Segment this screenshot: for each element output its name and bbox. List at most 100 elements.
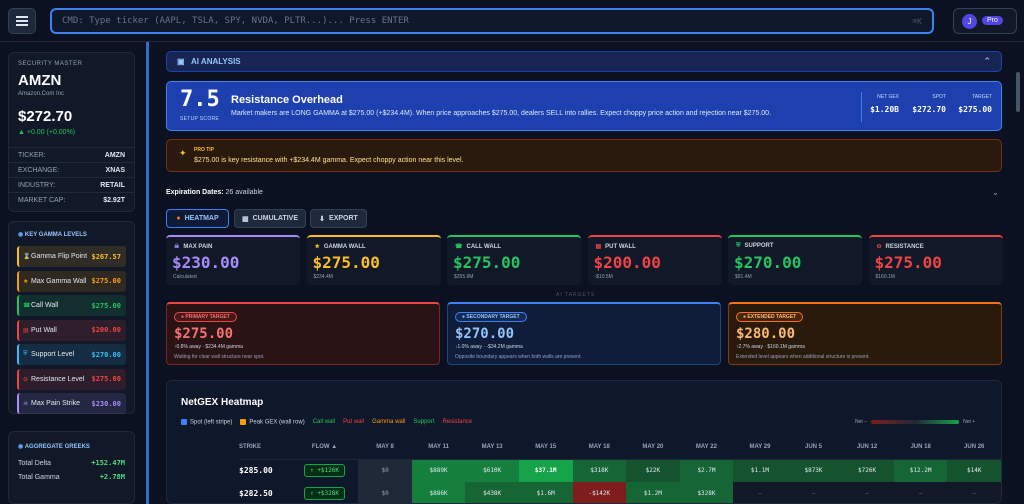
column-header: MAY 15 [518,436,573,460]
heatmap-cell[interactable]: -$142K [572,482,627,503]
heatmap-cell[interactable]: $726K [840,459,894,482]
gamma-level-value: $275.00 [91,301,121,310]
heatmap-cell[interactable]: $889K [411,459,466,482]
level-card-sub: $91.4M [735,274,752,280]
target-card[interactable]: ● PRIMARY TARGET $275.00 ↑0.8% away · $234… [166,302,440,365]
greek-value: +152.47M [91,459,125,467]
heatmap-table: STRIKE FLOW ▲ MAY 8 MAY 11 MAY 13 MAY 15 MAY 1… [239,436,1001,503]
heatmap-cell[interactable]: $318K [572,459,627,482]
heatmap-cell[interactable]: — [840,482,894,503]
command-input[interactable]: CMD: Type ticker (AAPL, TSLA, SPY, NVDA,… [50,8,934,34]
heatmap-cell[interactable]: $886K [411,482,466,503]
level-card[interactable]: ▤ PUT WALL $200.00 -$10.5M [587,235,722,285]
price-change: ▲ +0.00 (+0.00%) [18,129,76,136]
gamma-levels-card: ◉ KEY GAMMA LEVELS ⌛ Gamma Flip Point $267… [8,221,135,414]
sidebar: SECURITY MASTER AMZN Amazon.Com Inc $272… [0,42,144,504]
target-badge: ● PRIMARY TARGET [174,312,237,322]
heatmap-cell[interactable]: $328K [679,482,734,503]
heatmap-cell[interactable]: $0 [358,482,412,503]
level-card-value: $230.00 [172,253,240,272]
target-card[interactable]: ● EXTENDED TARGET $280.00 ↑2.7% away · $16… [728,302,1002,365]
gamma-level-item[interactable]: ☎ Call Wall $275.00 [17,295,126,316]
gamma-level-value: $275.00 [91,277,121,285]
heatmap-legend: Spot (left stripe) Peak GEX (wall row) Cal… [181,419,472,426]
heatmap-cell[interactable]: — [947,482,1001,503]
heatmap-cell[interactable]: $610K [465,459,519,482]
heatmap-cell[interactable]: $873K [786,459,841,482]
heatmap-cell[interactable]: — [786,482,841,503]
robot-icon: ▣ [177,57,185,66]
company-name: Amazon.Com Inc [18,91,65,97]
table-row: $282.50 ↑ +$328K $0 $886K $438K $1.6M -$142K $1… [239,482,1001,503]
level-card[interactable]: ⊖ RESISTANCE $275.00 $160.1M [868,235,1003,285]
heatmap-cell[interactable]: — [893,482,948,503]
gamma-level-item[interactable]: ★ Max Gamma Wall $275.00 [17,270,126,292]
target-card[interactable]: ● SECONDARY TARGET $270.00 ↓1.0% away · -$… [447,302,721,365]
gamma-level-item[interactable]: ⊖ Resistance Level $275.00 [17,368,126,390]
heatmap-cell[interactable]: $0 [358,459,412,482]
level-card-sub: -$10.5M [594,274,613,280]
strike-cell: $285.00 [239,459,291,482]
gamma-level-item[interactable]: ⛨ Support Level $270.00 [17,344,126,365]
main-scrollbar[interactable] [1016,42,1020,504]
gamma-level-label: Max Pain Strike [31,400,81,407]
heatmap-cell[interactable]: — [733,482,787,503]
heatmap-cell[interactable]: $37.1M [518,459,573,482]
gamma-level-item[interactable]: ☠ Max Pain Strike $230.00 [17,393,126,414]
shield-icon: ⛨ [736,243,741,249]
heatmap-cell[interactable]: $1.1M [733,459,787,482]
field-value: RETAIL [100,181,125,189]
legend-item: Put wall [343,419,365,426]
greek-row: Total Gamma +2.78M [9,470,134,484]
flow-badge: ↑ +$126K [304,464,345,478]
scale-negative-label: Net − [855,419,868,425]
heatmap-cell[interactable]: $1.6M [518,482,573,503]
no-entry-icon: ⊖ [876,244,882,250]
gamma-level-item[interactable]: ▤ Put Wall $200.00 [17,319,126,341]
tab-export[interactable]: ⬇ EXPORT [310,209,367,228]
heatmap-cell[interactable]: $1.2M [626,482,680,503]
heatmap-header-row: STRIKE FLOW ▲ MAY 8 MAY 11 MAY 13 MAY 15 MAY 1… [239,436,1001,460]
sidebar-scrollbar[interactable] [146,42,149,504]
user-menu[interactable]: J Pro [953,8,1017,34]
column-header[interactable]: FLOW ▲ [290,436,359,460]
greeks-list: Total Delta +152.47M Total Gamma +2.78M [9,456,134,484]
heatmap-cell[interactable]: $14K [947,459,1001,482]
tab-cumulative[interactable]: ▦ CUMULATIVE [234,209,306,228]
ai-analysis-title: AI ANALYSIS [191,57,241,66]
chart-down-icon: ▤ [23,327,29,334]
chevron-up-icon[interactable]: ⌃ [983,56,991,67]
heatmap-cell[interactable]: $2.7M [679,459,734,482]
sigma-icon: ◉ [18,444,25,450]
level-card-label: ☎ CALL WALL [455,244,502,250]
field-label: MARKET CAP: [18,196,66,204]
security-field-row: TICKER: AMZN [9,147,134,162]
level-card[interactable]: ☎ CALL WALL $275.00 $255.9M [447,235,581,285]
gamma-level-item[interactable]: ⌛ Gamma Flip Point $267.57 [17,246,126,267]
ai-analysis-header[interactable]: ▣ AI ANALYSIS ⌃ [166,51,1002,72]
level-card[interactable]: ☠ MAX PAIN $230.00 Calculated [166,235,300,285]
scrollbar-thumb[interactable] [1016,72,1020,112]
column-header: STRIKE [239,436,291,460]
legend-swatch [240,419,247,425]
legend-item: Peak GEX (wall row) [240,419,305,426]
star-icon: ★ [23,278,29,285]
hamburger-icon [16,20,28,22]
chevron-down-icon[interactable]: ⌄ [992,188,999,197]
heatmap-cell[interactable]: $22K [626,459,680,482]
shield-icon: ⛨ [23,351,28,357]
security-fields: TICKER: AMZN EXCHANGE: XNAS INDUSTRY: RETAIL M… [9,147,134,207]
ticker-symbol: AMZN [18,72,62,89]
menu-button[interactable] [8,8,36,34]
pro-tip-label: PRO TIP [194,147,215,153]
level-card[interactable]: ★ GAMMA WALL $275.00 $234.4M [306,235,441,285]
pro-tip: ✦ PRO TIP $275.00 is key resistance with… [166,139,1002,172]
lightning-icon: ◉ [18,232,25,238]
level-card[interactable]: ⛨ SUPPORT $270.00 $91.4M [728,235,862,285]
column-header: MAY 22 [679,436,734,460]
heatmap-cell[interactable]: $438K [465,482,519,503]
heatmap-title: NetGEX Heatmap [181,397,264,408]
tab-heatmap[interactable]: ● HEATMAP [166,209,229,228]
legend-item: Call wall [312,419,336,426]
heatmap-cell[interactable]: $12.2M [893,459,948,482]
